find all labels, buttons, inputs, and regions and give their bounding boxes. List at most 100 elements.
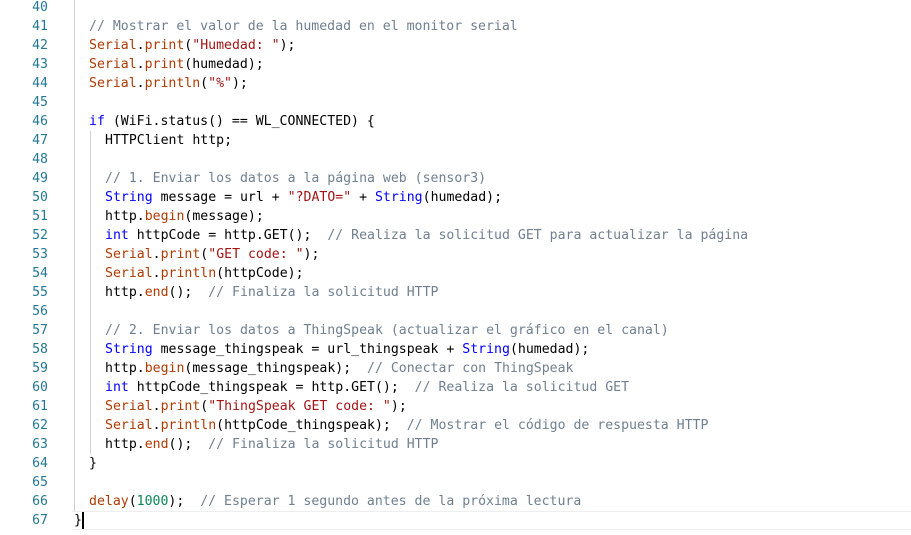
line-code: http.end(); // Finaliza la solicitud HTT… bbox=[105, 435, 438, 454]
line-code: delay(1000); // Esperar 1 segundo antes … bbox=[89, 492, 581, 511]
code-line[interactable]: 63 http.end(); // Finaliza la solicitud H… bbox=[0, 435, 911, 454]
code-line[interactable]: 45 bbox=[0, 93, 911, 112]
code-line[interactable]: 53 Serial.print("GET code: "); bbox=[0, 245, 911, 264]
code-line[interactable]: 65 bbox=[0, 473, 911, 492]
code-line[interactable]: 54 Serial.println(httpCode); bbox=[0, 264, 911, 283]
code-token: Serial bbox=[89, 38, 137, 53]
line-code: http.begin(message); bbox=[105, 207, 264, 226]
code-token: // Conectar con ThingSpeak bbox=[367, 361, 574, 376]
code-token: end bbox=[144, 285, 169, 300]
code-token: // 2. Enviar los datos a ThingSpeak (act… bbox=[105, 323, 669, 338]
line-number: 43 bbox=[32, 57, 48, 72]
line-number: 62 bbox=[32, 418, 48, 433]
line-number: 65 bbox=[32, 475, 48, 490]
line-code: http.begin(message_thingspeak); // Conec… bbox=[105, 359, 573, 378]
code-token: // Mostrar el código de respuesta HTTP bbox=[406, 418, 709, 433]
code-token: if bbox=[89, 114, 105, 129]
line-number: 52 bbox=[32, 228, 48, 243]
code-line[interactable]: 66 delay(1000); // Esperar 1 segundo ante… bbox=[0, 492, 911, 511]
code-editor[interactable]: 40 41 // Mostrar el valor de la humedad en… bbox=[0, 0, 911, 535]
code-line[interactable]: 44 Serial.println("%"); bbox=[0, 74, 911, 93]
code-token: message = url + bbox=[152, 190, 288, 205]
text-cursor bbox=[82, 512, 84, 529]
code-token: ); bbox=[168, 494, 201, 509]
line-number: 56 bbox=[32, 304, 48, 319]
code-token: } bbox=[74, 513, 82, 528]
line-code: Serial.println(httpCode); bbox=[105, 264, 304, 283]
code-token: (humedad); bbox=[184, 57, 264, 72]
code-token: . bbox=[136, 38, 145, 53]
code-token: . bbox=[152, 399, 161, 414]
line-code: HTTPClient http; bbox=[105, 131, 232, 150]
code-line[interactable]: 49 // 1. Enviar los datos a la página web… bbox=[0, 169, 911, 188]
line-number: 44 bbox=[32, 76, 48, 91]
code-line[interactable]: 59 http.begin(message_thingspeak); // Con… bbox=[0, 359, 911, 378]
code-token: String bbox=[462, 342, 510, 357]
code-token: HTTPClient http; bbox=[105, 133, 233, 148]
code-token: begin bbox=[144, 209, 185, 224]
code-line[interactable]: 55 http.end(); // Finaliza la solicitud H… bbox=[0, 283, 911, 302]
code-token: (humedad); bbox=[509, 342, 590, 357]
code-token: . bbox=[136, 57, 145, 72]
code-line[interactable]: 56 bbox=[0, 302, 911, 321]
code-line[interactable]: 67} bbox=[0, 511, 911, 530]
line-number: 61 bbox=[32, 399, 48, 414]
code-token: String bbox=[105, 190, 153, 205]
line-code: Serial.print("GET code: "); bbox=[105, 245, 319, 264]
line-number: 60 bbox=[32, 380, 48, 395]
code-line[interactable]: 41 // Mostrar el valor de la humedad en e… bbox=[0, 17, 911, 36]
line-number: 47 bbox=[32, 133, 48, 148]
code-token: . bbox=[152, 247, 161, 262]
code-token: + bbox=[351, 190, 375, 205]
code-token: // Esperar 1 segundo antes de la próxima… bbox=[200, 494, 582, 509]
code-line[interactable]: 42 Serial.print("Humedad: "); bbox=[0, 36, 911, 55]
line-code: Serial.println("%"); bbox=[89, 74, 248, 93]
code-line[interactable]: 46 if (WiFi.status() == WL_CONNECTED) { bbox=[0, 112, 911, 131]
code-token: print bbox=[144, 38, 185, 53]
line-code: if (WiFi.status() == WL_CONNECTED) { bbox=[89, 112, 375, 131]
code-token: ( bbox=[200, 76, 209, 91]
line-number: 53 bbox=[32, 247, 48, 262]
code-token: print bbox=[144, 57, 185, 72]
line-code: int httpCode = http.GET(); // Realiza la… bbox=[105, 226, 748, 245]
code-token: end bbox=[144, 437, 169, 452]
code-line[interactable]: 52 int httpCode = http.GET(); // Realiza … bbox=[0, 226, 911, 245]
code-token: // Mostrar el valor de la humedad en el … bbox=[89, 19, 518, 34]
code-token: httpCode_thingspeak = http.GET(); bbox=[128, 380, 415, 395]
line-number: 58 bbox=[32, 342, 48, 357]
code-token: http. bbox=[105, 361, 145, 376]
line-number: 45 bbox=[32, 95, 48, 110]
code-token: // 1. Enviar los datos a la página web (… bbox=[105, 171, 487, 186]
code-line[interactable]: 60 int httpCode_thingspeak = http.GET(); … bbox=[0, 378, 911, 397]
code-token: println bbox=[160, 266, 217, 281]
code-line[interactable]: 51 http.begin(message); bbox=[0, 207, 911, 226]
code-line[interactable]: 40 bbox=[0, 0, 911, 17]
line-number: 40 bbox=[32, 0, 48, 15]
code-line[interactable]: 50 String message = url + "?DATO=" + Stri… bbox=[0, 188, 911, 207]
line-code: // 2. Enviar los datos a ThingSpeak (act… bbox=[105, 321, 669, 340]
code-token: print bbox=[160, 399, 201, 414]
line-number: 49 bbox=[32, 171, 48, 186]
code-token: "Humedad: " bbox=[192, 38, 280, 53]
code-token: Serial bbox=[105, 399, 153, 414]
code-token: ); bbox=[303, 247, 320, 262]
line-number: 48 bbox=[32, 152, 48, 167]
code-line[interactable]: 47 HTTPClient http; bbox=[0, 131, 911, 150]
code-line[interactable]: 62 Serial.println(httpCode_thingspeak); /… bbox=[0, 416, 911, 435]
line-number: 42 bbox=[32, 38, 48, 53]
code-token: ); bbox=[279, 38, 296, 53]
code-line[interactable]: 48 bbox=[0, 150, 911, 169]
line-number: 57 bbox=[32, 323, 48, 338]
code-line[interactable]: 58 String message_thingspeak = url_things… bbox=[0, 340, 911, 359]
line-number: 66 bbox=[32, 494, 48, 509]
code-token: begin bbox=[144, 361, 185, 376]
code-line[interactable]: 43 Serial.print(humedad); bbox=[0, 55, 911, 74]
code-line[interactable]: 57 // 2. Enviar los datos a ThingSpeak (a… bbox=[0, 321, 911, 340]
line-code: Serial.print("Humedad: "); bbox=[89, 36, 295, 55]
code-line[interactable]: 64} bbox=[0, 454, 911, 473]
code-token: println bbox=[144, 76, 201, 91]
code-token: int bbox=[105, 228, 129, 243]
code-token: } bbox=[89, 456, 97, 471]
code-line[interactable]: 61 Serial.print("ThingSpeak GET code: "); bbox=[0, 397, 911, 416]
line-code: int httpCode_thingspeak = http.GET(); //… bbox=[105, 378, 629, 397]
